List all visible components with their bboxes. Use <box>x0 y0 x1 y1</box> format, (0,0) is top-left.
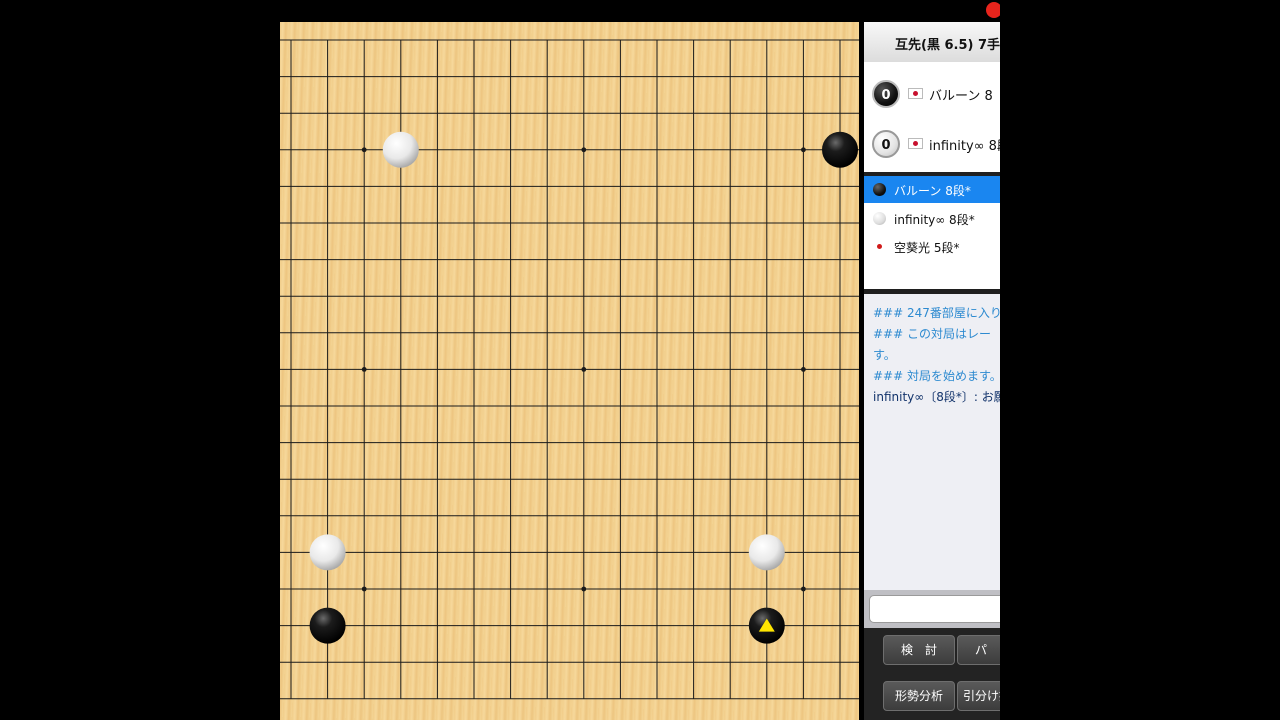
side-panel: 互先(黒 6.5) 7手 0 バルーン 8 0 infinity∞ 8段 バルー… <box>864 22 1000 720</box>
chat-line: す。 <box>873 348 896 362</box>
player-row-white: 0 infinity∞ 8段 <box>864 124 1000 164</box>
chat-input-bar <box>864 590 1000 628</box>
review-button[interactable]: 検 討 <box>883 635 955 665</box>
black-stone[interactable] <box>822 131 858 168</box>
chat-line: infinity∞〔8段*〕: お願 <box>873 390 1000 404</box>
offer-draw-button[interactable]: 引分け提案 <box>957 681 1000 711</box>
black-stone-icon <box>873 183 886 196</box>
player-row-black: 0 バルーン 8 <box>864 74 1000 114</box>
chat-input[interactable] <box>869 595 1000 623</box>
star-point <box>361 586 367 592</box>
go-board[interactable] <box>280 22 859 720</box>
star-point <box>361 367 367 372</box>
star-point <box>581 586 587 592</box>
black-player-name: バルーン 8 <box>929 89 993 104</box>
star-point <box>581 147 587 153</box>
user-name: infinity∞ 8段* <box>894 213 975 227</box>
chat-log[interactable]: ### 247番部屋に入り ### この対局はレー す。 ### 対局を始めます… <box>864 294 1000 590</box>
japan-flag-icon <box>908 88 923 99</box>
black-captures-badge: 0 <box>872 80 900 108</box>
white-stone[interactable] <box>382 131 419 168</box>
white-stone[interactable] <box>309 534 346 571</box>
white-player-name: infinity∞ 8段 <box>929 139 1000 154</box>
go-board-grid[interactable] <box>280 22 859 720</box>
user-list-item[interactable]: バルーン 8段* <box>864 176 1000 203</box>
pass-button[interactable]: パ ス <box>957 635 1000 665</box>
japan-flag-icon <box>908 138 923 149</box>
chat-line: ### 対局を始めます。 <box>873 369 1000 383</box>
spectator-dot-icon <box>877 244 882 249</box>
black-stone[interactable] <box>309 607 346 644</box>
user-list-item[interactable]: 空葵光 5段* <box>864 233 1000 260</box>
white-stone[interactable] <box>748 534 785 571</box>
chat-line: ### 247番部屋に入り <box>873 306 1000 320</box>
go-game-app: 互先(黒 6.5) 7手 0 バルーン 8 0 infinity∞ 8段 バルー… <box>280 0 1000 720</box>
room-user-list: バルーン 8段* infinity∞ 8段* 空葵光 5段* <box>864 176 1000 289</box>
white-captures-badge: 0 <box>872 130 900 158</box>
star-point <box>581 367 587 372</box>
star-point <box>801 586 806 592</box>
star-point <box>801 147 806 153</box>
user-name: 空葵光 5段* <box>894 241 960 255</box>
chat-line: ### この対局はレー <box>873 327 991 341</box>
star-point <box>361 147 367 153</box>
players-panel: 0 バルーン 8 0 infinity∞ 8段 <box>864 62 1000 172</box>
star-point <box>801 367 806 372</box>
action-button-row-2: 形勢分析 引分け提案 <box>864 674 1000 720</box>
user-name: バルーン 8段* <box>894 184 971 198</box>
position-analysis-button[interactable]: 形勢分析 <box>883 681 955 711</box>
game-info-header: 互先(黒 6.5) 7手 <box>864 22 1000 62</box>
action-button-row-1: 検 討 パ ス <box>864 628 1000 674</box>
white-stone-icon <box>873 212 886 225</box>
user-list-item[interactable]: infinity∞ 8段* <box>864 205 1000 232</box>
recording-indicator-icon <box>986 2 1000 18</box>
